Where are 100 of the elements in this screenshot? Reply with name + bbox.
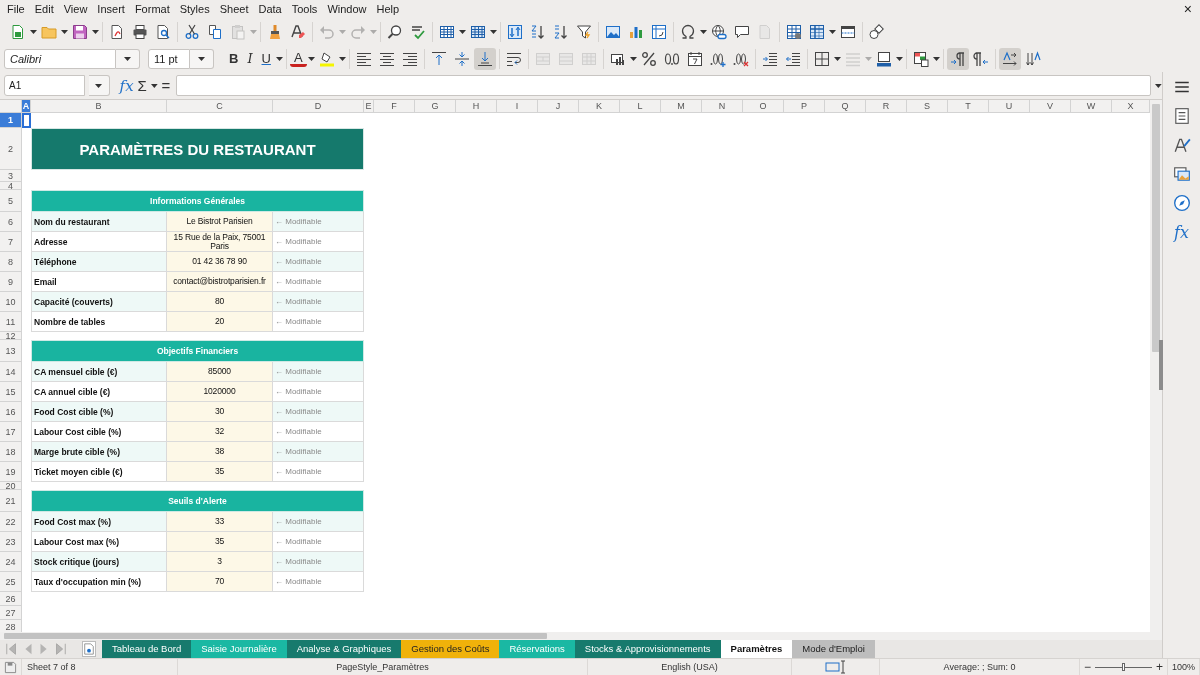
column-header[interactable]: P [784, 100, 825, 113]
menu-item[interactable]: Edit [29, 3, 59, 15]
sheet-tab[interactable]: Gestion des Coûts [401, 640, 500, 658]
row-header[interactable]: 9 [0, 272, 22, 292]
column-header[interactable]: L [620, 100, 661, 113]
paragraph-ltr-icon[interactable] [946, 47, 969, 70]
caret-icon[interactable] [61, 29, 68, 34]
row-header[interactable]: 28 [0, 620, 22, 632]
properties-icon[interactable] [1172, 107, 1191, 125]
caret-icon[interactable] [338, 56, 346, 61]
dropdown-button[interactable] [190, 48, 214, 69]
caret-icon[interactable] [895, 56, 903, 61]
sheet-tab[interactable]: Paramètres [720, 640, 793, 658]
font-color-button[interactable]: A [289, 50, 307, 67]
row-header[interactable]: 18 [0, 442, 22, 462]
menu-item[interactable]: File [2, 3, 30, 15]
row-header[interactable]: 25 [0, 572, 22, 592]
row-header[interactable]: 19 [0, 462, 22, 482]
gallery-icon[interactable] [1172, 165, 1191, 183]
row-header[interactable]: 23 [0, 532, 22, 552]
font-name-field[interactable]: Calibri [4, 48, 116, 69]
menu-item[interactable]: Styles [174, 3, 215, 15]
caret-icon[interactable] [833, 56, 841, 61]
menu-item[interactable]: Format [129, 3, 175, 15]
formula-input-field[interactable] [176, 75, 1152, 96]
column-header[interactable]: O [743, 100, 784, 113]
text-direction-icon[interactable] [998, 47, 1021, 70]
column-header[interactable]: Q [825, 100, 866, 113]
underline-button[interactable]: U [257, 51, 275, 66]
caret-icon[interactable] [95, 83, 103, 88]
column-header[interactable]: H [456, 100, 497, 113]
italic-button[interactable]: I [243, 51, 257, 66]
caret-icon[interactable] [700, 29, 707, 34]
menu-item[interactable]: View [58, 3, 93, 15]
caret-icon[interactable] [629, 56, 637, 61]
row-header[interactable]: 22 [0, 512, 22, 532]
zoom-in-button[interactable]: + [1156, 660, 1163, 674]
column-header[interactable]: D [273, 100, 364, 113]
align-bottom-icon[interactable] [473, 47, 496, 70]
row-header[interactable]: 26 [0, 592, 22, 606]
font-size-field[interactable]: 11 pt [148, 48, 190, 69]
row-header[interactable]: 14 [0, 362, 22, 382]
row-header[interactable]: 2 [0, 128, 22, 170]
caret-icon[interactable] [150, 83, 158, 88]
styles-icon[interactable] [1172, 136, 1191, 154]
sheet-tab[interactable]: Stocks & Approvisionnements [574, 640, 721, 658]
functions-button[interactable]: fx [1174, 223, 1189, 242]
row-header[interactable]: 1 [0, 113, 22, 128]
caret-icon[interactable] [124, 56, 131, 61]
sheet-tab[interactable]: Analyse & Graphiques [286, 640, 402, 658]
function-wizard-button[interactable]: fx [119, 76, 134, 95]
row-header[interactable]: 21 [0, 490, 22, 512]
menu-item[interactable]: Data [253, 3, 287, 15]
column-header[interactable]: N [702, 100, 743, 113]
caret-icon[interactable] [459, 29, 466, 34]
name-box-field[interactable]: A1 [4, 75, 85, 96]
row-header[interactable]: 8 [0, 252, 22, 272]
row-header[interactable]: 7 [0, 232, 22, 252]
row-header[interactable]: 3 [0, 170, 22, 182]
column-header[interactable]: V [1030, 100, 1071, 113]
caret-icon[interactable] [198, 56, 205, 61]
column-header[interactable]: T [948, 100, 989, 113]
collapse-handle[interactable] [1159, 340, 1163, 390]
column-header[interactable]: G [415, 100, 456, 113]
menu-item[interactable]: Sheet [214, 3, 254, 15]
menu-item[interactable]: Help [371, 3, 405, 15]
column-header[interactable]: K [579, 100, 620, 113]
dropdown-button[interactable] [116, 48, 140, 69]
row-header[interactable]: 6 [0, 212, 22, 232]
column-header[interactable]: R [866, 100, 907, 113]
zoom-out-button[interactable]: − [1084, 660, 1091, 674]
caret-icon[interactable] [92, 29, 99, 34]
row-header[interactable]: 10 [0, 292, 22, 312]
menu-item[interactable]: Window [322, 3, 372, 15]
column-header[interactable]: J [538, 100, 579, 113]
caret-icon[interactable] [829, 29, 836, 34]
menu-item[interactable]: Tools [286, 3, 323, 15]
slider-thumb[interactable] [1122, 662, 1125, 671]
compass-icon[interactable] [1172, 194, 1191, 212]
formula-button[interactable]: = [161, 77, 171, 94]
caret-icon[interactable] [1155, 83, 1162, 88]
sum-button[interactable]: Σ [137, 77, 147, 94]
row-header[interactable]: 5 [0, 190, 22, 212]
caret-icon[interactable] [932, 56, 940, 61]
selection-mode-icon[interactable] [824, 659, 847, 675]
sheet-tab[interactable]: Mode d'Emploi [792, 640, 875, 658]
row-header[interactable]: 27 [0, 606, 22, 620]
row-header[interactable]: 24 [0, 552, 22, 572]
column-header[interactable]: F [374, 100, 415, 113]
column-header[interactable]: M [661, 100, 702, 113]
row-header[interactable]: 4 [0, 182, 22, 190]
dropdown-button[interactable] [88, 75, 110, 96]
bold-button[interactable]: B [225, 51, 243, 66]
row-header[interactable]: 16 [0, 402, 22, 422]
column-header[interactable]: C [167, 100, 273, 113]
row-header[interactable]: 11 [0, 312, 22, 332]
caret-icon[interactable] [490, 29, 497, 34]
column-header[interactable]: B [31, 100, 167, 113]
row-header[interactable]: 13 [0, 340, 22, 362]
column-header[interactable]: S [907, 100, 948, 113]
